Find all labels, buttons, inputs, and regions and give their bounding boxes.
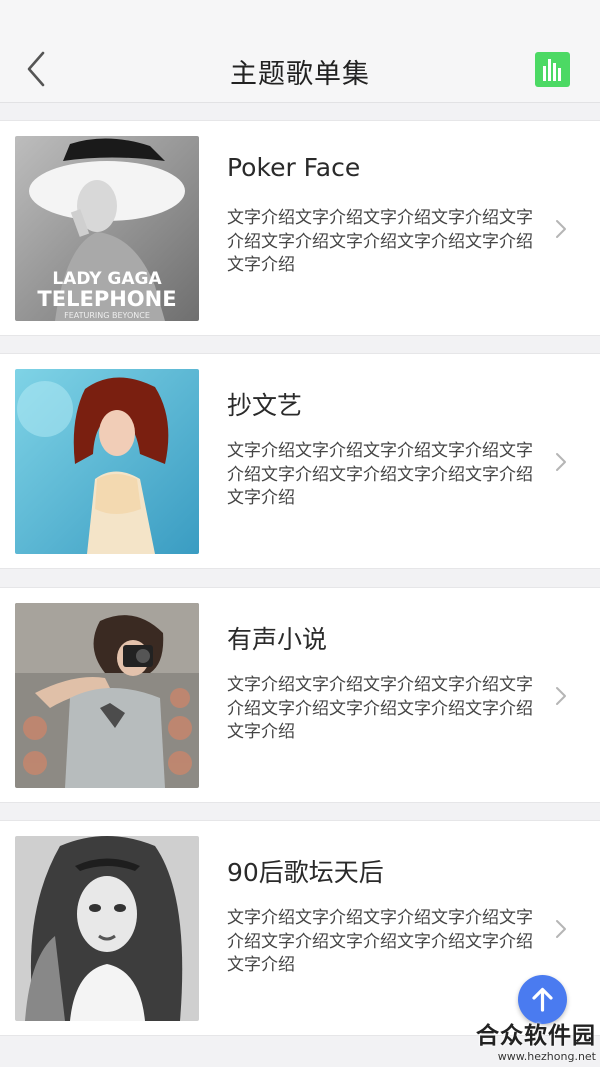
watermark-main: 合众软件园: [476, 1023, 596, 1049]
bar-chart-icon: [543, 59, 561, 81]
playlist-card[interactable]: 抄文艺 文字介绍文字介绍文字介绍文字介绍文字介绍文字介绍文字介绍文字介绍文字介绍…: [0, 353, 600, 569]
cover-text-artist: LADY GAGA: [52, 269, 162, 289]
watermark-url: www.hezhong.net: [497, 1050, 596, 1063]
playlist-description: 文字介绍文字介绍文字介绍文字介绍文字介绍文字介绍文字介绍文字介绍文字介绍文字介绍: [227, 208, 533, 275]
chart-button[interactable]: [535, 52, 570, 87]
playlist-description: 文字介绍文字介绍文字介绍文字介绍文字介绍文字介绍文字介绍文字介绍文字介绍文字介绍: [227, 441, 533, 508]
cover-text-featuring: FEATURING BEYONCE: [64, 311, 150, 320]
arrow-up-icon: [532, 987, 553, 1012]
app-screen: 主题歌单集 LADY GAGA TELEPHONE FEATURING BEYO…: [0, 0, 600, 1067]
playlist-card[interactable]: 有声小说 文字介绍文字介绍文字介绍文字介绍文字介绍文字介绍文字介绍文字介绍文字介…: [0, 587, 600, 803]
playlist-cover: [15, 369, 199, 554]
playlist-card[interactable]: 90后歌坛天后 文字介绍文字介绍文字介绍文字介绍文字介绍文字介绍文字介绍文字介绍…: [0, 820, 600, 1036]
nav-header: 主题歌单集: [0, 0, 600, 103]
chevron-right-icon: [556, 687, 566, 705]
chevron-right-icon: [556, 453, 566, 471]
playlist-title: 90后歌坛天后: [227, 858, 384, 887]
page-title: 主题歌单集: [230, 59, 370, 90]
playlist-cover: [15, 836, 199, 1021]
cover-text-song: TELEPHONE: [37, 287, 176, 311]
playlist-description: 文字介绍文字介绍文字介绍文字介绍文字介绍文字介绍文字介绍文字介绍文字介绍文字介绍: [227, 908, 533, 975]
playlist-cover: LADY GAGA TELEPHONE FEATURING BEYONCE: [15, 136, 199, 321]
watermark: 合众软件园 www.hezhong.net: [476, 1016, 596, 1063]
playlist-title: Poker Face: [227, 153, 361, 182]
chevron-right-icon: [556, 220, 566, 238]
playlist-title: 抄文艺: [227, 391, 303, 420]
playlist-cover: [15, 603, 199, 788]
playlist-card[interactable]: LADY GAGA TELEPHONE FEATURING BEYONCE Po…: [0, 120, 600, 336]
playlist-description: 文字介绍文字介绍文字介绍文字介绍文字介绍文字介绍文字介绍文字介绍文字介绍文字介绍: [227, 675, 533, 742]
playlist-title: 有声小说: [227, 625, 328, 654]
chevron-right-icon: [556, 920, 566, 938]
